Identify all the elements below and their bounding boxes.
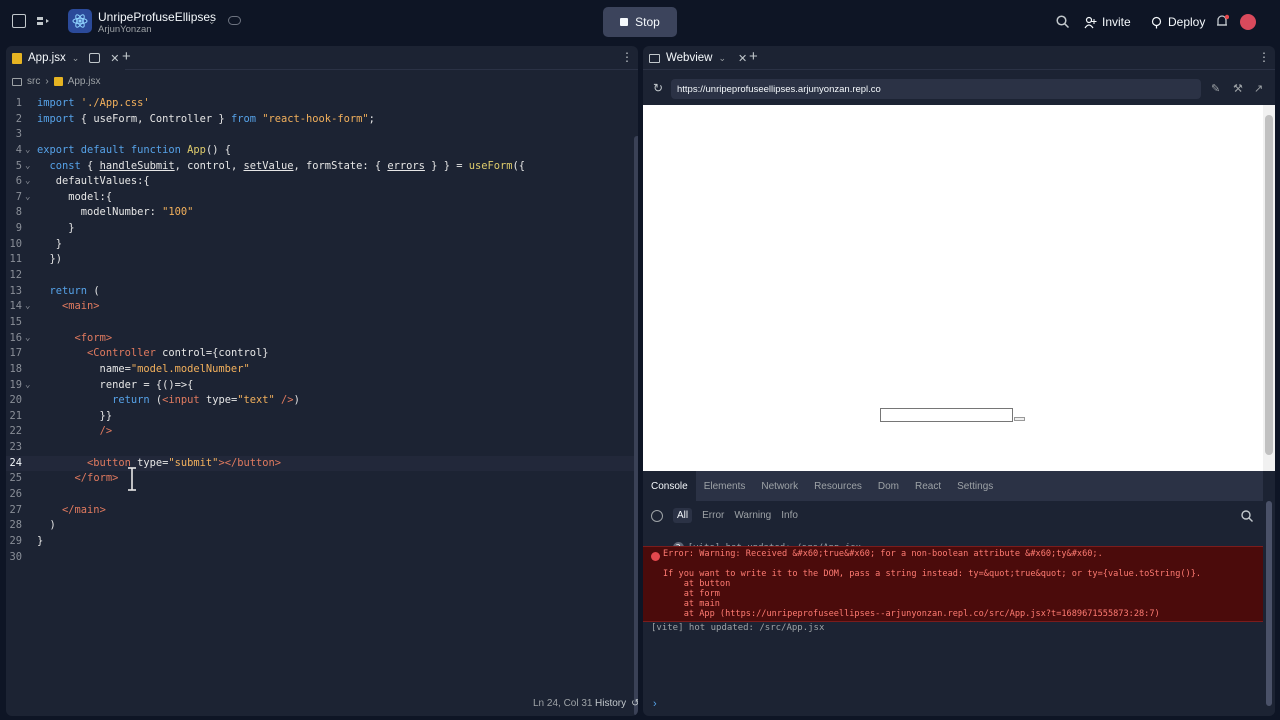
monitor-icon (649, 53, 660, 63)
console-log-line: [vite] hot updated: /src/App.jsx (651, 623, 825, 633)
scrollbar-thumb[interactable] (1266, 501, 1272, 706)
history-button[interactable]: History ↺ (595, 698, 638, 709)
repl-name[interactable]: UnripeProfuseEllipses (98, 10, 216, 24)
webview-tab-bar: Webview ⌄ ✕ + ⋮ (643, 46, 1275, 70)
code-editor[interactable]: 1 import './App.css' 2 import { useForm, C… (6, 96, 638, 565)
close-icon[interactable]: ✕ (738, 52, 747, 65)
folder-icon (12, 77, 22, 86)
error-line: If you want to write it to the DOM, pass… (663, 569, 1202, 579)
filter-error[interactable]: Error (702, 510, 724, 521)
top-bar: UnripeProfuseEllipses ArjunYonzan ⌄ Stop… (0, 0, 1280, 44)
tab-dom[interactable]: Dom (870, 471, 907, 501)
add-user-icon (1084, 16, 1097, 28)
breadcrumb: src › App.jsx (12, 76, 100, 87)
tab-label: App.jsx (28, 52, 66, 64)
breadcrumb-src[interactable]: src (27, 76, 40, 87)
stop-icon (620, 18, 629, 26)
tab-console[interactable]: Console (643, 471, 696, 501)
error-line: at button (663, 579, 731, 589)
filter-all[interactable]: All (673, 508, 693, 523)
avatar[interactable] (1240, 14, 1256, 30)
console-prompt-icon[interactable]: › (653, 698, 657, 710)
stop-button[interactable]: Stop (603, 7, 677, 37)
close-icon[interactable]: ✕ (110, 52, 119, 65)
devtools-tabs: Console Elements Network Resources Dom R… (643, 471, 1263, 501)
tab-label: Webview (666, 52, 713, 64)
editor-scrollbar[interactable] (634, 136, 638, 716)
stop-label: Stop (635, 15, 660, 29)
filter-info[interactable]: Info (781, 510, 798, 521)
url-text: https://unripeprofuseellipses.arjunyonza… (677, 83, 881, 95)
tab-elements[interactable]: Elements (696, 471, 754, 501)
cloud-icon (228, 16, 241, 25)
filter-warning[interactable]: Warning (734, 510, 771, 521)
text-cursor-icon (128, 467, 136, 491)
url-bar[interactable]: https://unripeprofuseellipses.arjunyonza… (671, 79, 1201, 99)
search-icon[interactable] (1241, 509, 1253, 527)
editor-panel: App.jsx ⌄ ✕ + ⋮ src › App.jsx 1 import '.… (6, 46, 638, 716)
preview-submit-button[interactable] (1014, 417, 1025, 421)
error-line: Error: Warning: Received &#x60;true&#x60… (663, 549, 1103, 559)
error-line: at App (https://unripeprofuseellipses--a… (663, 609, 1160, 619)
breadcrumb-file[interactable]: App.jsx (68, 76, 101, 87)
edit-icon[interactable]: ✎ (1211, 82, 1220, 95)
tab-network[interactable]: Network (753, 471, 806, 501)
bell-icon[interactable] (1215, 14, 1230, 34)
tab-app-jsx[interactable]: App.jsx ⌄ ✕ (6, 46, 126, 70)
invite-button[interactable]: Invite (1084, 11, 1131, 33)
split-view-icon[interactable] (89, 53, 101, 63)
cursor-position[interactable]: Ln 24, Col 31 (533, 698, 593, 709)
devtools-icon[interactable]: ⚒ (1233, 82, 1243, 95)
editor-tab-bar: App.jsx ⌄ ✕ + ⋮ (6, 46, 638, 70)
search-icon[interactable] (1056, 15, 1070, 33)
jsx-file-icon (53, 77, 63, 86)
error-icon (651, 552, 660, 561)
error-line: at main (663, 599, 720, 609)
console-error-entry: Error: Warning: Received &#x60;true&#x60… (643, 546, 1263, 622)
error-line: at form (663, 589, 720, 599)
webview-viewport[interactable] (643, 105, 1263, 471)
open-new-window-icon[interactable]: ↗ (1254, 82, 1263, 95)
viewport-scrollbar[interactable] (1263, 105, 1275, 471)
tab-settings[interactable]: Settings (949, 471, 1001, 501)
workspace-menu-icon[interactable] (36, 14, 50, 28)
new-tab-icon[interactable]: + (122, 48, 131, 65)
chevron-down-icon[interactable]: ⌄ (208, 16, 216, 27)
tab-react[interactable]: React (907, 471, 949, 501)
jsx-file-icon (12, 52, 22, 64)
deploy-button[interactable]: Deploy (1150, 11, 1205, 33)
invite-label: Invite (1102, 15, 1131, 29)
clear-console-icon[interactable] (651, 509, 663, 522)
scrollbar-thumb[interactable] (1265, 115, 1273, 455)
history-label: History (595, 698, 627, 709)
console-filters: All Error Warning Info (651, 508, 798, 523)
more-options-icon[interactable]: ⋮ (621, 50, 633, 64)
sidebar-toggle-icon[interactable] (12, 14, 26, 28)
webview-panel: Webview ⌄ ✕ + ⋮ ↻ https://unripeprofusee… (643, 46, 1275, 716)
repl-language-icon[interactable] (68, 9, 92, 33)
more-options-icon[interactable]: ⋮ (1258, 50, 1270, 64)
preview-text-input[interactable] (880, 408, 1013, 422)
deploy-label: Deploy (1168, 15, 1206, 29)
chevron-down-icon[interactable]: ⌄ (718, 53, 726, 64)
console-scrollbar[interactable] (1263, 501, 1275, 716)
chevron-right-icon: › (45, 76, 49, 87)
deploy-icon (1151, 16, 1162, 28)
tab-webview[interactable]: Webview ⌄ ✕ (649, 46, 747, 70)
chevron-down-icon[interactable]: ⌄ (72, 53, 80, 64)
refresh-icon[interactable]: ↻ (653, 81, 663, 95)
new-tab-icon[interactable]: + (749, 48, 758, 65)
history-icon: ↺ (631, 698, 638, 709)
repl-owner[interactable]: ArjunYonzan (98, 24, 152, 35)
tab-resources[interactable]: Resources (806, 471, 870, 501)
